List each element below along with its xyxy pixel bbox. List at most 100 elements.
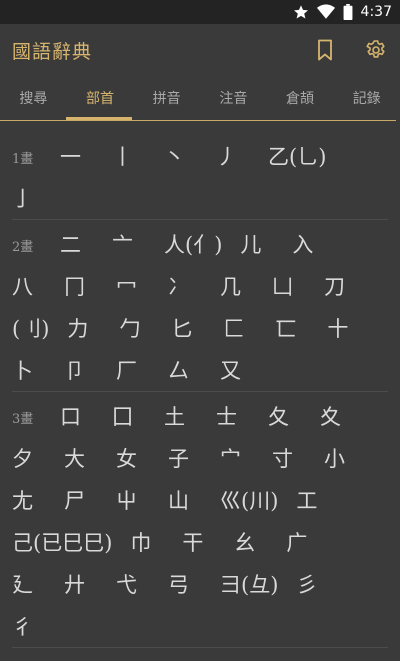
radical-item[interactable]: 丶 (164, 141, 185, 171)
battery-icon (343, 4, 353, 20)
radical-row: 卜卩厂厶又 (0, 347, 400, 389)
radical-item[interactable]: 大 (64, 443, 85, 473)
radical-row: ⺍(⺌⺍) 戈 戶 手(扌) (0, 649, 400, 661)
radical-item[interactable]: 己(已巳巳) (12, 527, 112, 557)
radical-row: (刂) 力 勹 匕 匚 匸 十 (0, 305, 400, 347)
radical-row: 2畫 二 亠 人(亻) 儿 入 (0, 221, 400, 263)
stroke-count-label: 1畫 (12, 152, 34, 167)
group-divider (12, 219, 388, 220)
star-icon (293, 4, 309, 20)
radical-item[interactable]: 囗 (112, 401, 133, 431)
tab-bar: 搜尋 部首 拼音 注音 倉頡 記錄 (0, 78, 400, 120)
radical-row: 亅 (0, 175, 400, 217)
radical-item[interactable]: 女 (116, 443, 137, 473)
radical-item[interactable]: 夕 (12, 443, 33, 473)
radical-item[interactable]: 亠 (112, 229, 133, 259)
radical-item[interactable]: 勹 (119, 313, 140, 343)
bookmark-button[interactable] (314, 38, 336, 62)
radical-item[interactable]: 冫 (168, 271, 189, 301)
radical-row: 1畫 一 丨 丶 丿 乙(乚) (0, 133, 400, 175)
radical-item[interactable]: 幺 (234, 527, 255, 557)
radical-item[interactable]: 寸 (272, 443, 293, 473)
radical-item[interactable]: 屮 (116, 485, 137, 515)
gear-icon (366, 40, 385, 58)
radical-item[interactable]: 厶 (168, 355, 189, 385)
radical-item[interactable]: 匚 (223, 313, 244, 343)
radical-item[interactable]: 山 (168, 485, 189, 515)
tab-cangjie[interactable]: 倉頡 (267, 78, 334, 120)
radical-item[interactable]: 弓 (168, 569, 189, 599)
radical-item[interactable]: 手(扌) (301, 657, 359, 661)
radical-item[interactable]: 凵 (272, 271, 293, 301)
radical-item[interactable]: 宀 (220, 443, 241, 473)
radical-item[interactable]: 巛(川) (220, 485, 278, 515)
radical-item[interactable]: 士 (216, 401, 237, 431)
status-bar: 4:37 (0, 0, 400, 24)
radical-item[interactable]: 厂 (116, 355, 137, 385)
radical-item[interactable]: 卩 (64, 355, 85, 385)
radical-row: 3畫 口 囗 土 士 夂 夊 (0, 393, 400, 435)
radical-row: 夕大女子宀寸小 (0, 435, 400, 477)
radical-item[interactable]: 尢 (12, 485, 33, 515)
settings-button[interactable] (364, 38, 388, 62)
radical-row: 尢 尸 屮 山 巛(川) 工 (0, 477, 400, 519)
radical-item[interactable]: 干 (182, 527, 203, 557)
radical-item[interactable]: 入 (292, 229, 313, 259)
radical-item[interactable]: 夂 (268, 401, 289, 431)
radical-item[interactable]: 廾 (64, 569, 85, 599)
radical-row: 廴 廾 弋 弓 彐(彑) 彡 (0, 561, 400, 603)
radical-item[interactable]: 丿 (216, 141, 237, 171)
radical-item[interactable]: (刂) (12, 313, 49, 343)
radical-item[interactable]: 土 (164, 401, 185, 431)
radical-item[interactable]: 力 (67, 313, 88, 343)
group-divider (12, 391, 388, 392)
tab-search[interactable]: 搜尋 (0, 78, 67, 120)
app-bar: 國語辭典 (0, 24, 400, 76)
radical-item[interactable]: 冂 (64, 271, 85, 301)
radical-item[interactable]: 尸 (64, 485, 85, 515)
radical-item[interactable]: 工 (296, 485, 317, 515)
radical-item[interactable]: 夊 (320, 401, 341, 431)
radical-item[interactable]: 口 (60, 401, 81, 431)
radical-item[interactable]: 巾 (130, 527, 151, 557)
radical-item[interactable]: 弋 (116, 569, 137, 599)
radical-item[interactable]: 乙(乚) (268, 141, 326, 171)
radical-item[interactable]: 廴 (12, 569, 33, 599)
tab-history[interactable]: 記錄 (333, 78, 400, 120)
radical-item[interactable]: 彳 (12, 611, 33, 641)
status-time: 4:37 (360, 4, 392, 20)
radical-row: 彳 (0, 603, 400, 645)
radical-item[interactable]: 冖 (116, 271, 137, 301)
radical-item[interactable]: 卜 (12, 355, 33, 385)
tab-pinyin[interactable]: 拼音 (133, 78, 200, 120)
radical-item[interactable]: 又 (220, 355, 241, 385)
radical-item[interactable]: 匸 (275, 313, 296, 343)
radical-item[interactable]: 丨 (112, 141, 133, 171)
radical-item[interactable]: 几 (220, 271, 241, 301)
radical-item[interactable]: 八 (12, 271, 33, 301)
radical-item[interactable]: 彐(彑) (220, 569, 278, 599)
radical-item[interactable]: 二 (60, 229, 81, 259)
radical-row: 八冂冖冫几凵刀 (0, 263, 400, 305)
tab-zhuyin[interactable]: 注音 (200, 78, 267, 120)
radical-item[interactable]: 一 (60, 141, 81, 171)
radical-item[interactable]: 戶 (249, 657, 270, 661)
radical-row: 己(已巳巳) 巾 干 幺 广 (0, 519, 400, 561)
radical-item[interactable]: 儿 (240, 229, 261, 259)
stroke-count-label: 2畫 (12, 240, 34, 255)
radical-item[interactable]: 刀 (324, 271, 345, 301)
radical-item[interactable]: 人(亻) (164, 229, 222, 259)
radical-item[interactable]: 亅 (12, 183, 33, 213)
radical-list: 1畫 一 丨 丶 丿 乙(乚) 亅 2畫 二 亠 人(亻) 儿 入八 冂 冖 冫 几 凵 刀 (刂) 力 勹 匕 匚 匸 十卜 卩 厂… (0, 121, 400, 661)
radical-item[interactable]: 广 (286, 527, 307, 557)
app-title: 國語辭典 (12, 41, 93, 63)
tab-radical[interactable]: 部首 (67, 78, 134, 120)
radical-item[interactable]: 匕 (171, 313, 192, 343)
bookmark-icon (318, 39, 332, 61)
radical-item[interactable]: 彡 (296, 569, 317, 599)
radical-item[interactable]: 十 (327, 313, 348, 343)
radical-item[interactable]: 子 (168, 443, 189, 473)
radical-item[interactable]: 小 (324, 443, 345, 473)
radical-item[interactable]: ⺍(⺌⺍) (100, 657, 179, 661)
radical-item[interactable]: 戈 (197, 657, 218, 661)
